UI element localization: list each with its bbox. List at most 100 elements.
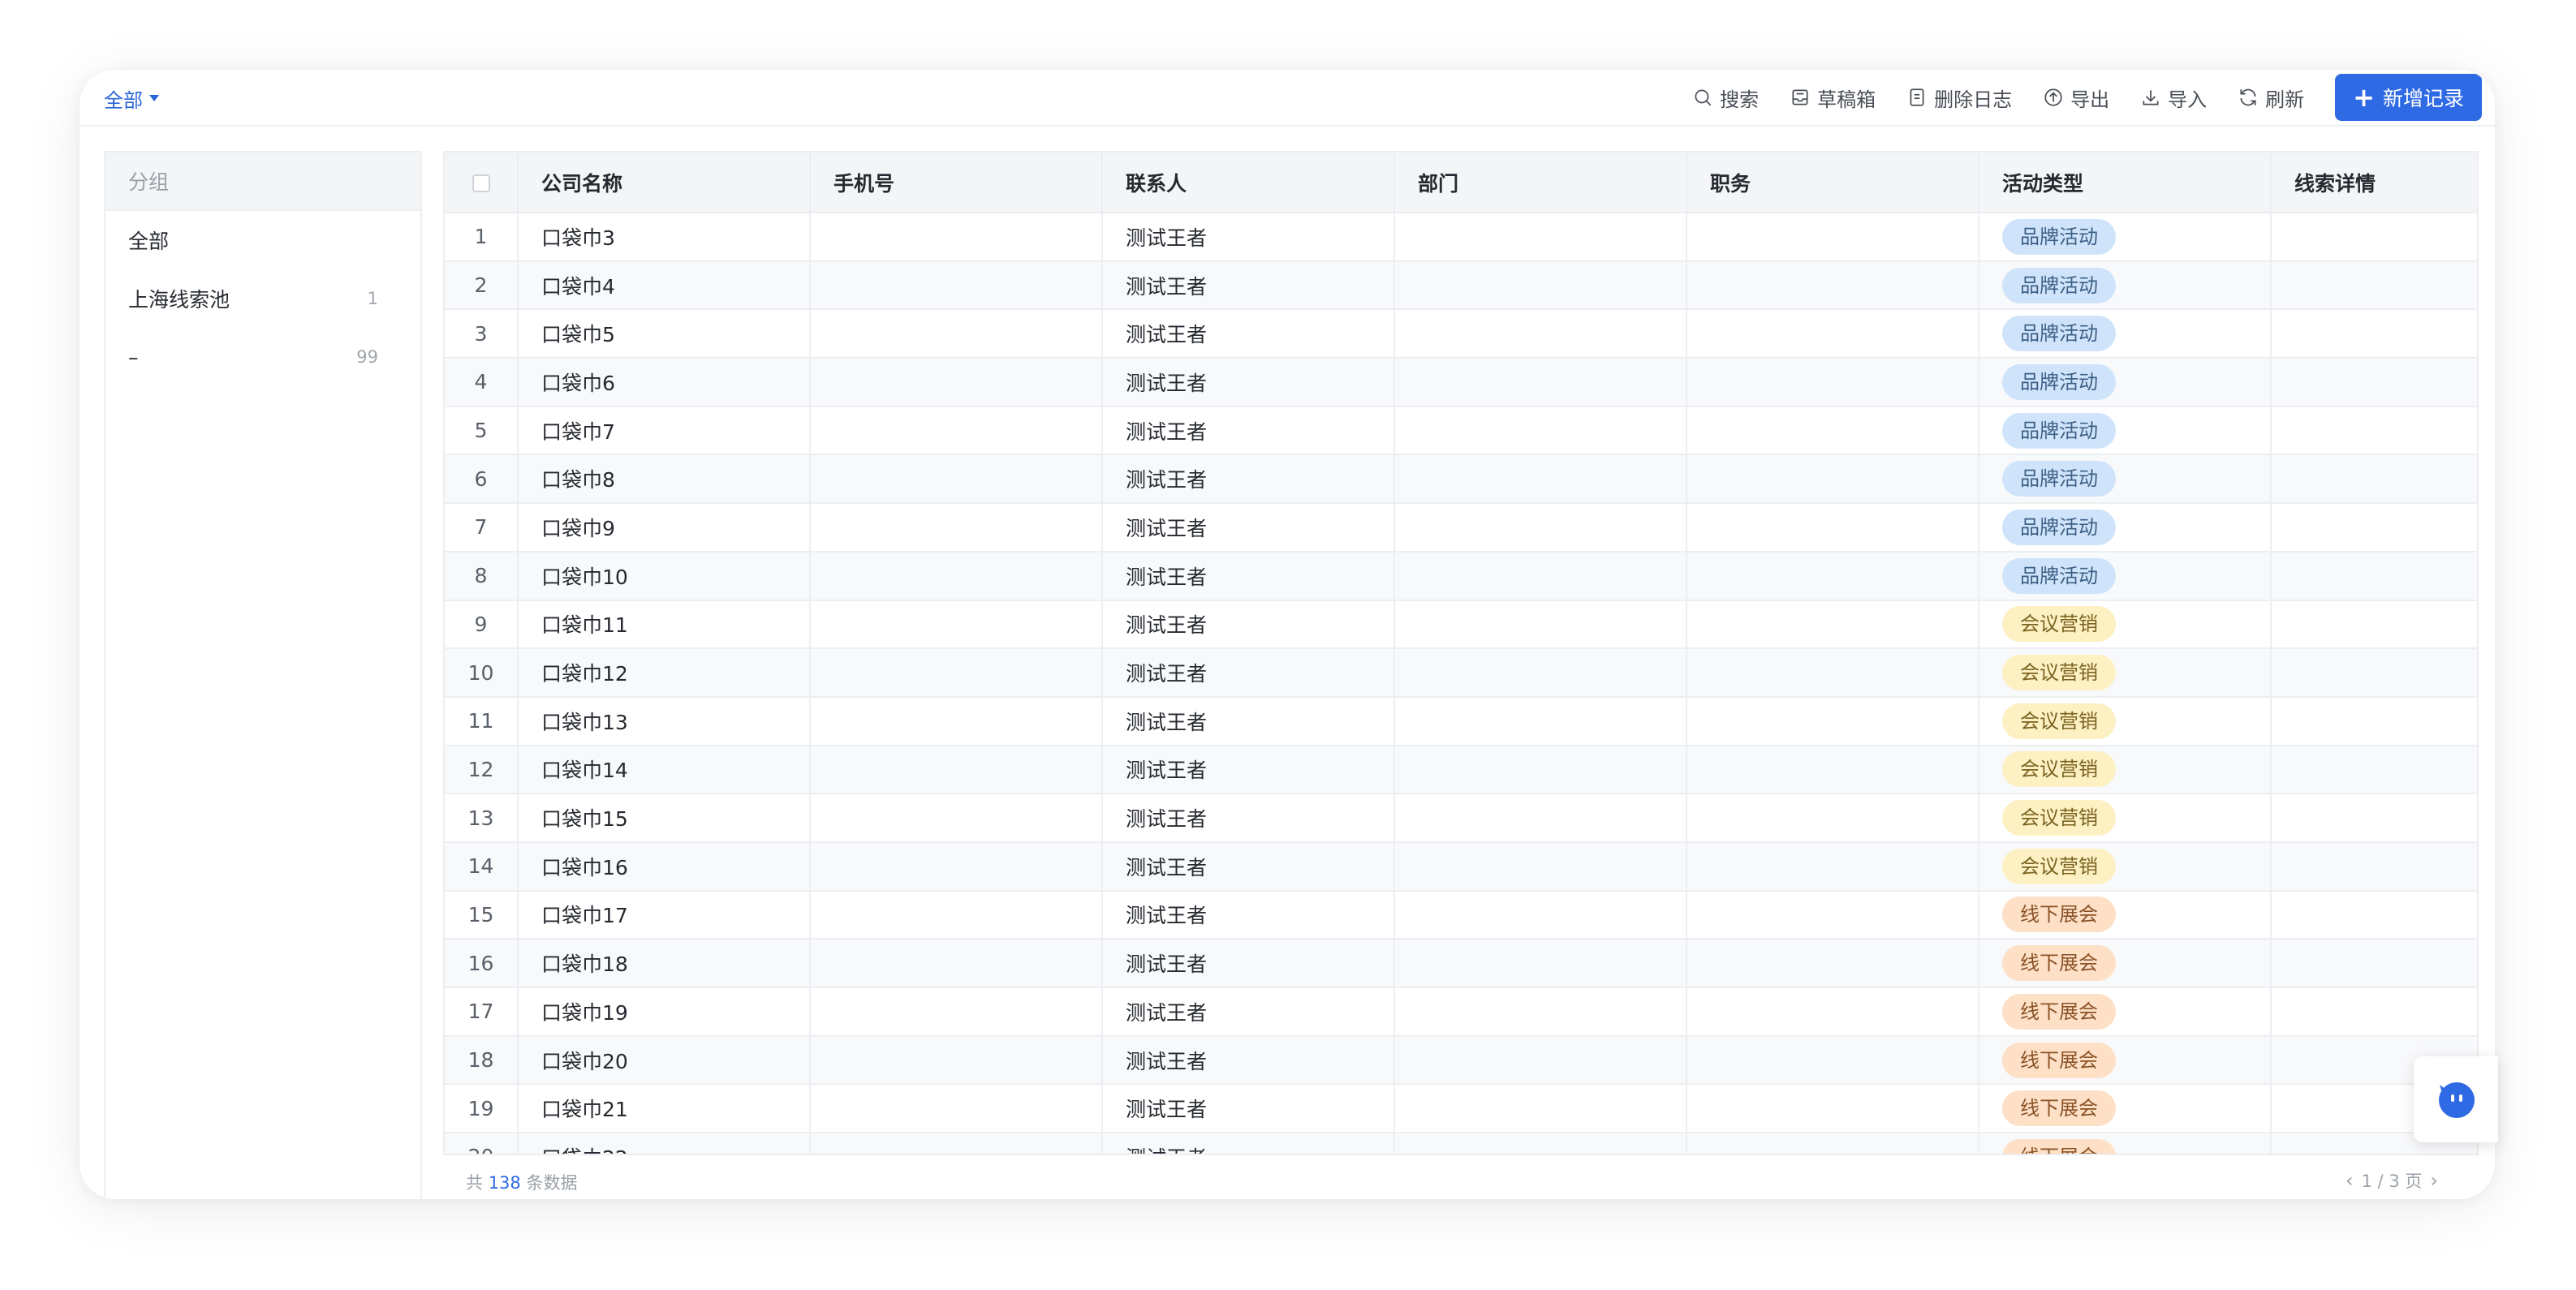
cell-title[interactable] bbox=[1686, 648, 1979, 698]
delete-log-button[interactable]: 删除日志 bbox=[1906, 84, 2012, 112]
cell-activity-type[interactable]: 线下展会 bbox=[1979, 1133, 2272, 1154]
column-header[interactable]: 职务 bbox=[1686, 153, 1979, 213]
cell-detail[interactable] bbox=[2271, 503, 2477, 553]
cell-title[interactable] bbox=[1686, 600, 1979, 650]
cell-contact[interactable]: 测试王者 bbox=[1102, 406, 1395, 456]
cell-dept[interactable] bbox=[1394, 213, 1687, 262]
cell-dept[interactable] bbox=[1394, 1035, 1687, 1086]
cell-phone[interactable] bbox=[810, 745, 1103, 795]
table-row[interactable]: 9 口袋巾11 测试王者 会议营销 bbox=[445, 600, 2477, 650]
column-header[interactable]: 部门 bbox=[1394, 153, 1687, 213]
cell-contact[interactable]: 测试王者 bbox=[1102, 745, 1395, 795]
cell-contact[interactable]: 测试王者 bbox=[1102, 551, 1395, 601]
cell-activity-type[interactable]: 品牌活动 bbox=[1979, 454, 2272, 505]
cell-dept[interactable] bbox=[1394, 309, 1687, 359]
cell-company[interactable]: 口袋巾18 bbox=[518, 939, 811, 988]
cell-detail[interactable] bbox=[2271, 648, 2477, 698]
cell-title[interactable] bbox=[1686, 939, 1979, 988]
cell-dept[interactable] bbox=[1394, 987, 1687, 1037]
select-all-header[interactable] bbox=[445, 153, 519, 213]
table-row[interactable]: 17 口袋巾19 测试王者 线下展会 bbox=[445, 987, 2477, 1037]
cell-dept[interactable] bbox=[1394, 551, 1687, 601]
add-record-button[interactable]: + 新增记录 bbox=[2335, 74, 2482, 121]
cell-contact[interactable]: 测试王者 bbox=[1102, 1084, 1395, 1134]
cell-dept[interactable] bbox=[1394, 793, 1687, 843]
cell-activity-type[interactable]: 会议营销 bbox=[1979, 696, 2272, 746]
table-row[interactable]: 20口袋巾22 测试王者 线下展会 bbox=[445, 1133, 2477, 1154]
cell-company[interactable]: 口袋巾4 bbox=[518, 260, 811, 311]
cell-detail[interactable] bbox=[2271, 745, 2477, 795]
column-header[interactable]: 手机号 bbox=[810, 153, 1103, 213]
table-row[interactable]: 12 口袋巾14 测试王者 会议营销 bbox=[445, 745, 2477, 795]
cell-detail[interactable] bbox=[2271, 939, 2477, 988]
column-header[interactable]: 线索详情 bbox=[2271, 153, 2477, 213]
table-row[interactable]: 8 口袋巾10 测试王者 品牌活动 bbox=[445, 551, 2477, 601]
table-row[interactable]: 5 口袋巾7 测试王者 品牌活动 bbox=[445, 406, 2477, 456]
table-row[interactable]: 11 口袋巾13 测试王者 会议营销 bbox=[445, 696, 2477, 746]
search-button[interactable]: 搜索 bbox=[1692, 84, 1759, 112]
cell-detail[interactable] bbox=[2271, 454, 2477, 505]
cell-title[interactable] bbox=[1686, 745, 1979, 795]
cell-dept[interactable] bbox=[1394, 1133, 1687, 1154]
table-row[interactable]: 1 口袋巾3 测试王者 品牌活动 bbox=[445, 213, 2477, 262]
cell-title[interactable] bbox=[1686, 1133, 1979, 1154]
cell-phone[interactable] bbox=[810, 841, 1103, 892]
cell-company[interactable]: 口袋巾6 bbox=[518, 358, 811, 407]
cell-dept[interactable] bbox=[1394, 503, 1687, 553]
cell-activity-type[interactable]: 线下展会 bbox=[1979, 987, 2272, 1037]
cell-title[interactable] bbox=[1686, 358, 1979, 407]
cell-contact[interactable]: 测试王者 bbox=[1102, 358, 1395, 407]
cell-phone[interactable] bbox=[810, 1035, 1103, 1086]
cell-phone[interactable] bbox=[810, 890, 1103, 940]
cell-phone[interactable] bbox=[810, 987, 1103, 1037]
cell-activity-type[interactable]: 品牌活动 bbox=[1979, 551, 2272, 601]
cell-title[interactable] bbox=[1686, 503, 1979, 553]
cell-phone[interactable] bbox=[810, 1133, 1103, 1154]
chevron-left-icon[interactable]: ‹ bbox=[2337, 1169, 2362, 1192]
cell-dept[interactable] bbox=[1394, 648, 1687, 698]
table-row[interactable]: 3 口袋巾5 测试王者 品牌活动 bbox=[445, 309, 2477, 359]
cell-phone[interactable] bbox=[810, 358, 1103, 407]
cell-dept[interactable] bbox=[1394, 890, 1687, 940]
cell-activity-type[interactable]: 会议营销 bbox=[1979, 648, 2272, 698]
cell-company[interactable]: 口袋巾12 bbox=[518, 648, 811, 698]
cell-title[interactable] bbox=[1686, 987, 1979, 1037]
cell-company[interactable]: 口袋巾16 bbox=[518, 841, 811, 892]
cell-activity-type[interactable]: 会议营销 bbox=[1979, 841, 2272, 892]
cell-company[interactable]: 口袋巾21 bbox=[518, 1084, 811, 1134]
cell-dept[interactable] bbox=[1394, 841, 1687, 892]
column-header[interactable]: 联系人 bbox=[1102, 153, 1395, 213]
cell-title[interactable] bbox=[1686, 696, 1979, 746]
cell-activity-type[interactable]: 线下展会 bbox=[1979, 939, 2272, 988]
cell-phone[interactable] bbox=[810, 503, 1103, 553]
cell-dept[interactable] bbox=[1394, 1084, 1687, 1134]
cell-detail[interactable] bbox=[2271, 696, 2477, 746]
cell-phone[interactable] bbox=[810, 213, 1103, 262]
group-item-all[interactable]: 全部 bbox=[106, 211, 420, 269]
cell-company[interactable]: 口袋巾17 bbox=[518, 890, 811, 940]
assistant-button[interactable] bbox=[2414, 1056, 2498, 1142]
cell-phone[interactable] bbox=[810, 406, 1103, 456]
cell-dept[interactable] bbox=[1394, 260, 1687, 311]
table-row[interactable]: 18 口袋巾20 测试王者 线下展会 bbox=[445, 1035, 2477, 1086]
cell-dept[interactable] bbox=[1394, 454, 1687, 505]
cell-company[interactable]: 口袋巾20 bbox=[518, 1035, 811, 1086]
cell-detail[interactable] bbox=[2271, 841, 2477, 892]
table-row[interactable]: 4 口袋巾6 测试王者 品牌活动 bbox=[445, 358, 2477, 407]
column-header[interactable]: 活动类型 bbox=[1979, 153, 2272, 213]
cell-contact[interactable]: 测试王者 bbox=[1102, 841, 1395, 892]
cell-dept[interactable] bbox=[1394, 600, 1687, 650]
cell-activity-type[interactable]: 品牌活动 bbox=[1979, 503, 2272, 553]
table-row[interactable]: 6 口袋巾8 测试王者 品牌活动 bbox=[445, 454, 2477, 505]
cell-company[interactable]: 口袋巾15 bbox=[518, 793, 811, 843]
cell-company[interactable]: 口袋巾3 bbox=[518, 213, 811, 262]
cell-title[interactable] bbox=[1686, 406, 1979, 456]
cell-dept[interactable] bbox=[1394, 939, 1687, 988]
cell-company[interactable]: 口袋巾9 bbox=[518, 503, 811, 553]
table-row[interactable]: 10 口袋巾12 测试王者 会议营销 bbox=[445, 648, 2477, 698]
cell-contact[interactable]: 测试王者 bbox=[1102, 793, 1395, 843]
cell-company[interactable]: 口袋巾10 bbox=[518, 551, 811, 601]
cell-detail[interactable] bbox=[2271, 987, 2477, 1037]
group-item-ungrouped[interactable]: – 99 bbox=[106, 328, 420, 386]
cell-dept[interactable] bbox=[1394, 406, 1687, 456]
